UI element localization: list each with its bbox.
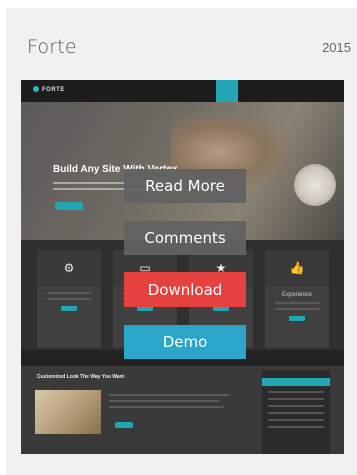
preview-hero-button <box>55 202 83 210</box>
preview-post: Customized Look The Way You Want <box>21 366 344 454</box>
preview-menu-item <box>291 80 313 102</box>
preview-post-text <box>109 394 229 396</box>
preview-cup-image <box>294 164 336 206</box>
preview-post-button <box>115 422 133 428</box>
preview-feature-card: 👍 Experience <box>265 250 329 348</box>
gear-icon: ⚙ <box>37 250 101 286</box>
preview-menu-item <box>266 80 288 102</box>
preview-feature-card: ⚙ <box>37 250 101 348</box>
read-more-button[interactable]: Read More <box>124 169 246 203</box>
preview-menu-item <box>241 80 263 102</box>
preview-navbar: FORTE <box>21 80 344 102</box>
preview-menu <box>213 80 338 102</box>
preview-post-title: Customized Look The Way You Want <box>37 374 125 380</box>
preview-menu-item <box>216 80 238 102</box>
preview-sidebar <box>262 370 330 454</box>
preview-menu-item <box>316 80 338 102</box>
preview-logo: FORTE <box>33 86 65 93</box>
theme-title: Forte <box>27 36 77 58</box>
preview-post-text <box>109 400 219 402</box>
theme-year: 2015 <box>322 40 351 55</box>
download-button[interactable]: Download <box>124 272 246 307</box>
thumbs-up-icon: 👍 <box>265 250 329 286</box>
demo-button[interactable]: Demo <box>124 325 246 359</box>
preview-post-image <box>35 390 101 434</box>
feature-label: Experience <box>281 292 313 298</box>
theme-preview-screenshot[interactable]: FORTE Build Any Site With Vertex ⚙ ▭ ★ 👍… <box>21 80 344 454</box>
comments-button[interactable]: Comments <box>124 221 246 255</box>
preview-post-text <box>109 406 224 408</box>
